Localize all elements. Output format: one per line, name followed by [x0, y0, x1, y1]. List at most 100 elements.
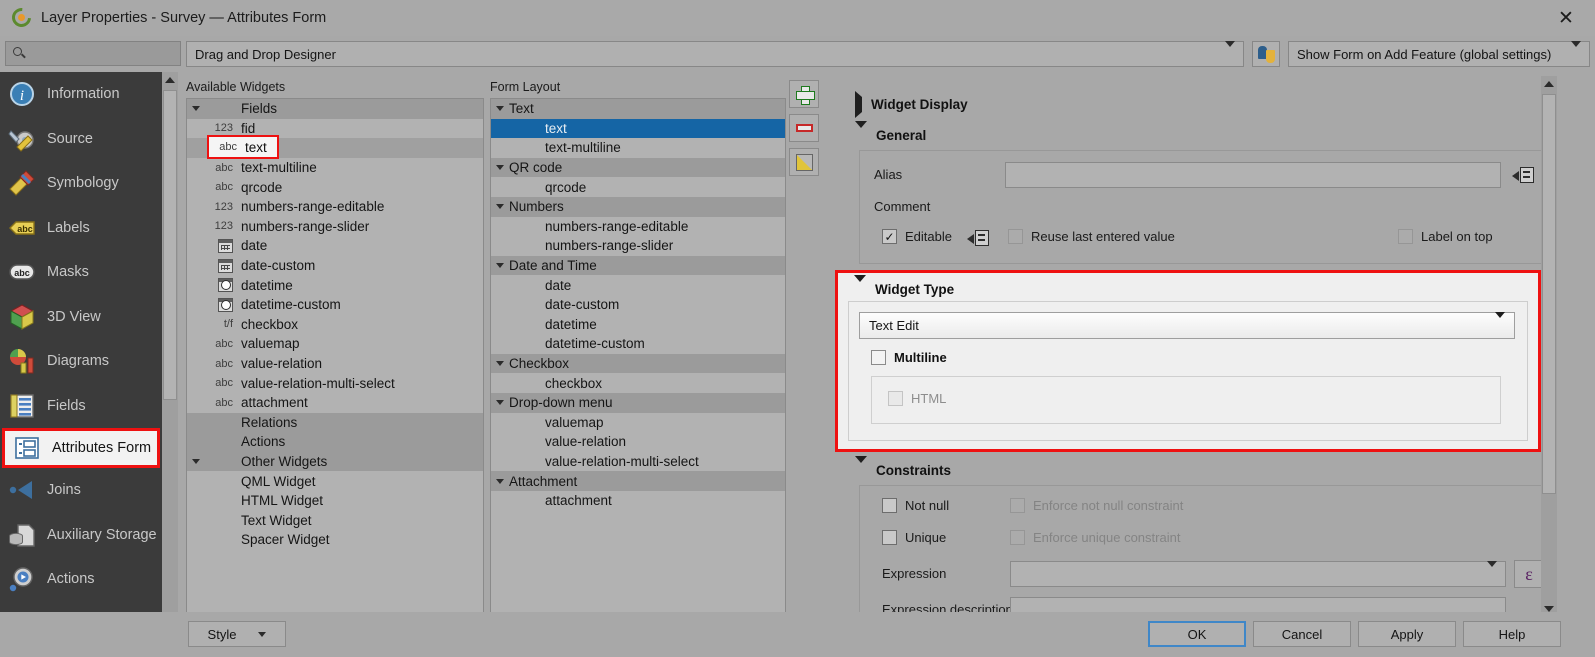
available-widgets-list[interactable]: Fields123fidabcabctextabctext-multilinea…: [186, 98, 484, 627]
apply-button[interactable]: Apply: [1358, 621, 1456, 647]
tree-item-row[interactable]: value-relation: [491, 432, 785, 452]
invert-selection-button[interactable]: [789, 148, 819, 176]
tree-item-row[interactable]: value-relation-multi-select: [491, 452, 785, 472]
section-widget-display[interactable]: Widget Display: [855, 91, 968, 118]
section-widget-type[interactable]: Widget Type: [854, 275, 954, 297]
tree-group-row[interactable]: Fields: [187, 99, 483, 119]
tree-item-row[interactable]: date: [491, 275, 785, 295]
unique-checkbox[interactable]: Unique: [882, 530, 946, 545]
alias-field[interactable]: [1005, 162, 1501, 188]
tree-item-row[interactable]: valuemap: [491, 413, 785, 433]
chevron-down-icon[interactable]: [187, 458, 205, 464]
tree-group-row[interactable]: Date and Time: [491, 255, 785, 276]
tree-group-row[interactable]: Drop-down menu: [491, 392, 785, 413]
chevron-down-icon[interactable]: [491, 263, 509, 269]
help-button[interactable]: Help: [1463, 621, 1561, 647]
tree-item-row[interactable]: abc value-relation: [187, 354, 483, 374]
chevron-down-icon[interactable]: [491, 400, 509, 406]
tree-item-row[interactable]: date: [187, 236, 483, 256]
tree-item-row[interactable]: numbers-range-slider: [491, 236, 785, 256]
tree-item-row[interactable]: Text Widget: [187, 510, 483, 530]
sidebar-item-symbology[interactable]: Symbology: [0, 161, 162, 206]
chevron-down-icon[interactable]: [187, 106, 205, 112]
tree-group-row[interactable]: Other Widgets: [187, 451, 483, 472]
tree-group-row[interactable]: Numbers: [491, 196, 785, 217]
scrollbar-thumb[interactable]: [163, 90, 177, 400]
tree-item-row[interactable]: datetime: [491, 315, 785, 335]
properties-scrollbar[interactable]: [1541, 76, 1557, 617]
tree-group-row[interactable]: QR code: [491, 157, 785, 178]
tree-item-row[interactable]: Spacer Widget: [187, 530, 483, 550]
tree-item-row[interactable]: date-custom: [491, 295, 785, 315]
data-defined-override-icon[interactable]: [967, 229, 989, 249]
scroll-up-icon[interactable]: [1541, 76, 1557, 92]
expression-builder-button[interactable]: ε: [1514, 560, 1544, 588]
tree-group-row[interactable]: Text: [491, 99, 785, 119]
sidebar-item-auxiliary-storage[interactable]: Auxiliary Storage: [0, 513, 162, 558]
sidebar-item-actions[interactable]: Actions: [0, 557, 162, 602]
scrollbar-thumb[interactable]: [1542, 94, 1556, 494]
scroll-up-icon[interactable]: [162, 72, 178, 88]
tree-item-row[interactable]: datetime-custom: [491, 334, 785, 354]
tree-item-row[interactable]: abc attachment: [187, 393, 483, 413]
sidebar-item-attributes-form[interactable]: Attributes Form: [2, 428, 160, 468]
tree-item-row[interactable]: abc text-multiline: [187, 158, 483, 178]
tree-item-row[interactable]: 123 numbers-range-editable: [187, 197, 483, 217]
expression-select[interactable]: [1010, 560, 1506, 587]
sidebar-scrollbar[interactable]: [162, 72, 178, 657]
label-on-top-checkbox[interactable]: Label on top: [1398, 229, 1493, 244]
chevron-down-icon[interactable]: [491, 106, 509, 112]
sidebar-item-information[interactable]: i Information: [0, 72, 162, 117]
not-null-checkbox[interactable]: Not null: [882, 498, 949, 513]
ok-button[interactable]: OK: [1148, 621, 1246, 647]
add-container-button[interactable]: [789, 80, 819, 108]
tree-item-row[interactable]: HTML Widget: [187, 491, 483, 511]
enforce-unique-checkbox[interactable]: Enforce unique constraint: [1010, 530, 1180, 545]
reuse-last-value-checkbox[interactable]: Reuse last entered value: [1008, 229, 1175, 244]
close-icon[interactable]: ✕: [1545, 4, 1587, 32]
tree-item-row[interactable]: datetime: [187, 275, 483, 295]
tree-item-row[interactable]: abcabctext: [187, 135, 483, 160]
data-defined-override-icon[interactable]: [1512, 166, 1534, 186]
tree-item-row[interactable]: abc value-relation-multi-select: [187, 373, 483, 393]
sidebar-item-3d-view[interactable]: 3D View: [0, 295, 162, 340]
tree-item-row[interactable]: t/f checkbox: [187, 315, 483, 335]
search-box[interactable]: [5, 41, 181, 66]
designer-mode-select[interactable]: Drag and Drop Designer: [186, 40, 1244, 67]
tree-item-row[interactable]: date-custom: [187, 256, 483, 276]
sidebar-item-labels[interactable]: abc Labels: [0, 206, 162, 251]
chevron-down-icon[interactable]: [491, 165, 509, 171]
sidebar-item-joins[interactable]: Joins: [0, 468, 162, 513]
tree-item-row[interactable]: 123 numbers-range-slider: [187, 217, 483, 237]
style-button[interactable]: Style: [188, 621, 286, 647]
highlighted-field-text[interactable]: abc text: [207, 135, 279, 160]
python-init-button[interactable]: [1252, 41, 1280, 67]
tree-item-row[interactable]: QML Widget: [187, 471, 483, 491]
sidebar-item-source[interactable]: Source: [0, 117, 162, 162]
editable-checkbox[interactable]: ✓ Editable: [882, 229, 952, 244]
sidebar-item-diagrams[interactable]: Diagrams: [0, 339, 162, 384]
sidebar-item-masks[interactable]: abc Masks: [0, 250, 162, 295]
remove-container-button[interactable]: [789, 114, 819, 142]
enforce-not-null-checkbox[interactable]: Enforce not null constraint: [1010, 498, 1183, 513]
tree-group-row[interactable]: Attachment: [491, 471, 785, 491]
tree-item-row[interactable]: datetime-custom: [187, 295, 483, 315]
tree-group-row[interactable]: Relations: [187, 412, 483, 433]
multiline-checkbox[interactable]: Multiline: [871, 350, 947, 365]
tree-item-row[interactable]: text: [491, 118, 785, 139]
chevron-down-icon[interactable]: [491, 361, 509, 367]
search-input[interactable]: [19, 46, 180, 61]
tree-item-row[interactable]: qrcode: [491, 177, 785, 197]
section-constraints[interactable]: Constraints: [855, 456, 951, 478]
tree-item-row[interactable]: text-multiline: [491, 138, 785, 158]
tree-item-row[interactable]: numbers-range-editable: [491, 217, 785, 237]
cancel-button[interactable]: Cancel: [1253, 621, 1351, 647]
form-layout-list[interactable]: Text text text-multiline QR code qrcode Numbe…: [490, 98, 786, 627]
tree-item-row[interactable]: checkbox: [491, 373, 785, 393]
sidebar-item-fields[interactable]: Fields: [0, 384, 162, 429]
widget-type-select[interactable]: Text Edit: [859, 312, 1515, 339]
tree-group-row[interactable]: Checkbox: [491, 353, 785, 374]
tree-group-row[interactable]: Actions: [187, 432, 483, 452]
form-behavior-select[interactable]: Show Form on Add Feature (global setting…: [1288, 40, 1590, 67]
chevron-down-icon[interactable]: [491, 478, 509, 484]
